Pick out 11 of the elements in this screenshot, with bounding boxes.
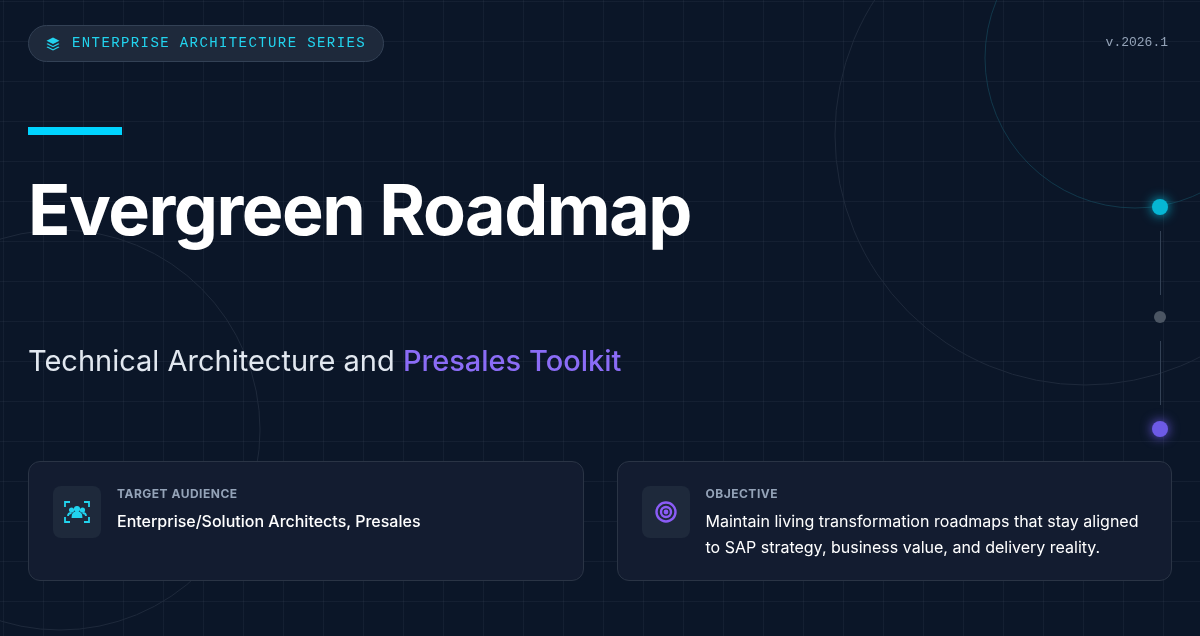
card-label: TARGET AUDIENCE [117,486,239,502]
version-label: v.2026.1 [1105,34,1168,52]
target-icon [654,501,677,523]
page-title: Evergreen Roadmap [28,169,692,251]
card-text: Enterprise/Solution Architects, Presales [117,510,421,533]
card-label: OBJECTIVE [705,486,779,502]
subtitle: Technical Architecture and Presales Toolkit [28,343,623,379]
layers-icon [46,36,60,51]
series-label: ENTERPRISE ARCHITECTURE SERIES [72,34,367,53]
group-icon [64,501,90,523]
card-text: Maintain living transformation roadmaps that stay aligned to SAP strategy, business value, and delivery reality. [705,510,1140,559]
